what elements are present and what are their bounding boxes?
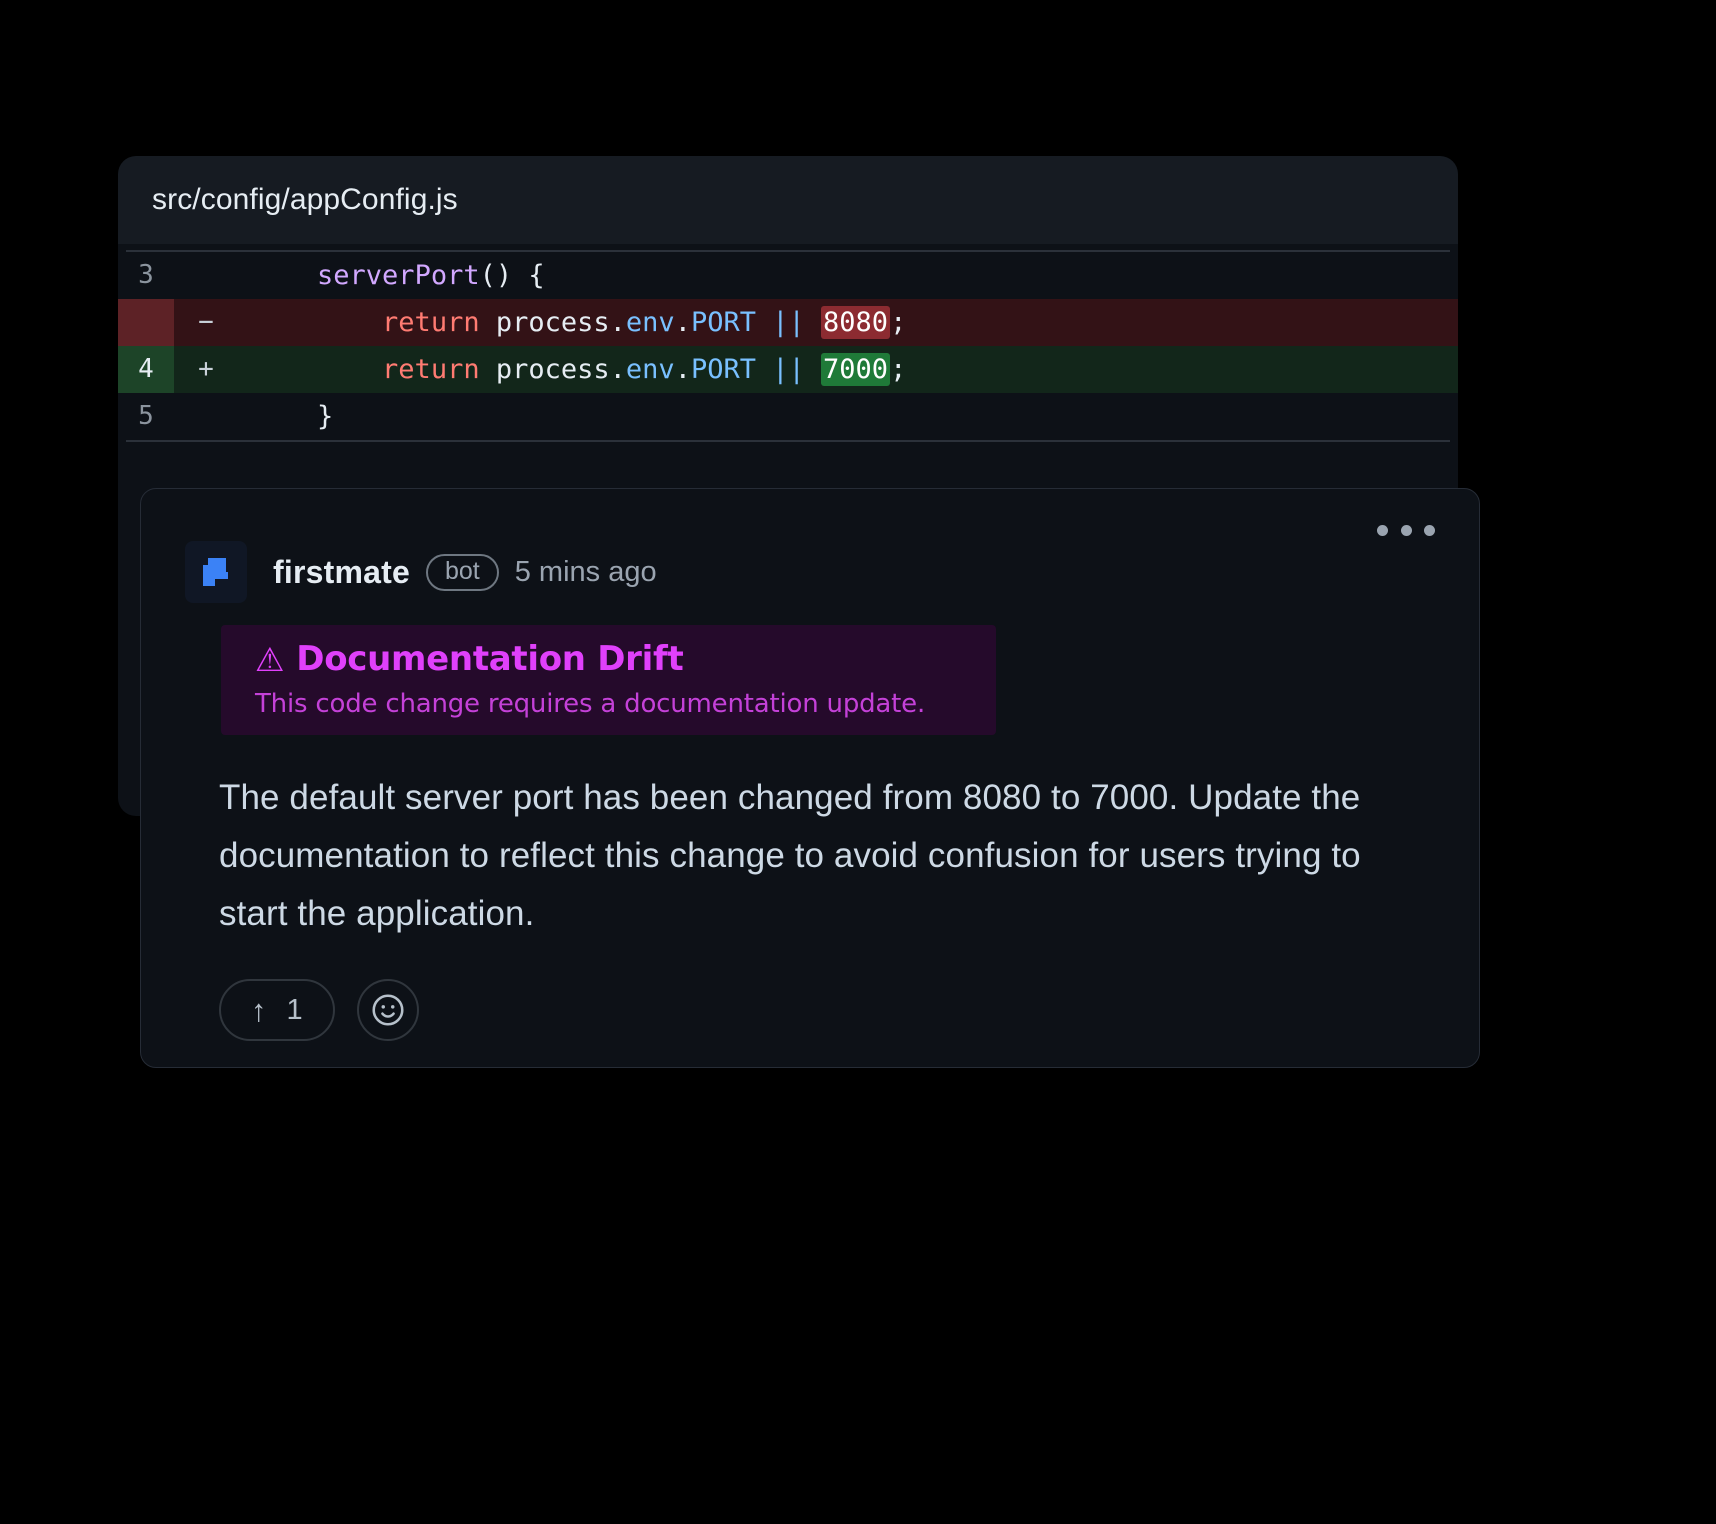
drift-badge-title-row: ⚠ Documentation Drift [221,639,996,679]
comment-card: firstmate bot 5 mins ago ⚠ Documentation… [140,488,1480,1068]
diff-line-context: 3 serverPort() { [118,252,1458,299]
code-token: 8080 [821,306,891,339]
diff-line-deletion: − return process.env.PORT || 8080; [118,299,1458,346]
diff-file-header: src/config/appConfig.js [118,156,1458,244]
code-token: return [382,307,480,338]
drift-badge-title: Documentation Drift [296,639,684,679]
code-token: PORT [690,354,756,385]
firstmate-logo-icon [203,558,228,586]
drift-badge-subtitle: This code change requires a documentatio… [255,689,926,719]
diff-body: 3 serverPort() {− return process.env.POR… [118,244,1458,442]
diff-line-code: } [238,393,1458,440]
diff-line-marker [174,252,238,299]
comment-body-text: The default server port has been changed… [219,778,1361,933]
documentation-drift-badge: ⚠ Documentation Drift This code change r… [221,625,996,735]
upvote-count: 1 [286,993,303,1026]
code-token: return [382,354,480,385]
code-token: process. [479,307,626,338]
code-token: 7000 [821,353,891,386]
avatar [185,541,247,603]
comment-author: firstmate [273,553,410,590]
comment-header: firstmate bot 5 mins ago [141,489,1479,603]
more-options-icon[interactable] [1377,517,1435,543]
dot [1400,524,1412,536]
diff-filename: src/config/appConfig.js [152,183,458,216]
screenshot-root: src/config/appConfig.js 3 serverPort() {… [0,0,1716,1524]
diff-code-table: 3 serverPort() {− return process.env.POR… [118,252,1458,440]
code-token: () { [479,260,545,291]
code-token: || [772,354,805,385]
diff-line-code: serverPort() { [238,252,1458,299]
diff-line-addition: 4 + return process.env.PORT || 7000; [118,346,1458,393]
diff-line-context: 5 } [118,393,1458,440]
code-token: process. [479,354,626,385]
warning-icon: ⚠ [255,639,285,679]
code-token: env [625,354,675,385]
dot [1424,524,1435,536]
code-token: . [674,354,691,385]
upvote-button[interactable]: ↑ 1 [219,979,335,1041]
add-reaction-button[interactable] [356,979,419,1041]
diff-line-code: return process.env.PORT || 7000; [238,346,1458,393]
smiley-icon [372,994,404,1026]
code-token: ; [890,354,907,385]
code-token: serverPort [317,260,480,291]
reaction-bar: ↑ 1 [141,943,1479,1041]
diff-bottom-divider [126,440,1450,442]
diff-line-number: 3 [118,252,174,299]
code-token: env [625,307,675,338]
dot [1377,524,1388,536]
diff-line-marker: + [174,346,238,393]
arrow-up-icon: ↑ [251,992,267,1028]
diff-line-number: 4 [118,346,174,393]
comment-timestamp: 5 mins ago [514,555,657,588]
diff-line-marker: − [174,299,238,346]
bot-badge: bot [425,553,499,591]
code-token: } [252,401,334,432]
diff-line-code: return process.env.PORT || 8080; [238,299,1458,346]
code-token: ; [890,307,907,338]
code-token: || [772,307,805,338]
diff-line-number [118,299,174,346]
code-token: . [674,307,691,338]
diff-line-number: 5 [118,393,174,440]
code-token: PORT [690,307,756,338]
diff-line-marker [174,393,238,440]
